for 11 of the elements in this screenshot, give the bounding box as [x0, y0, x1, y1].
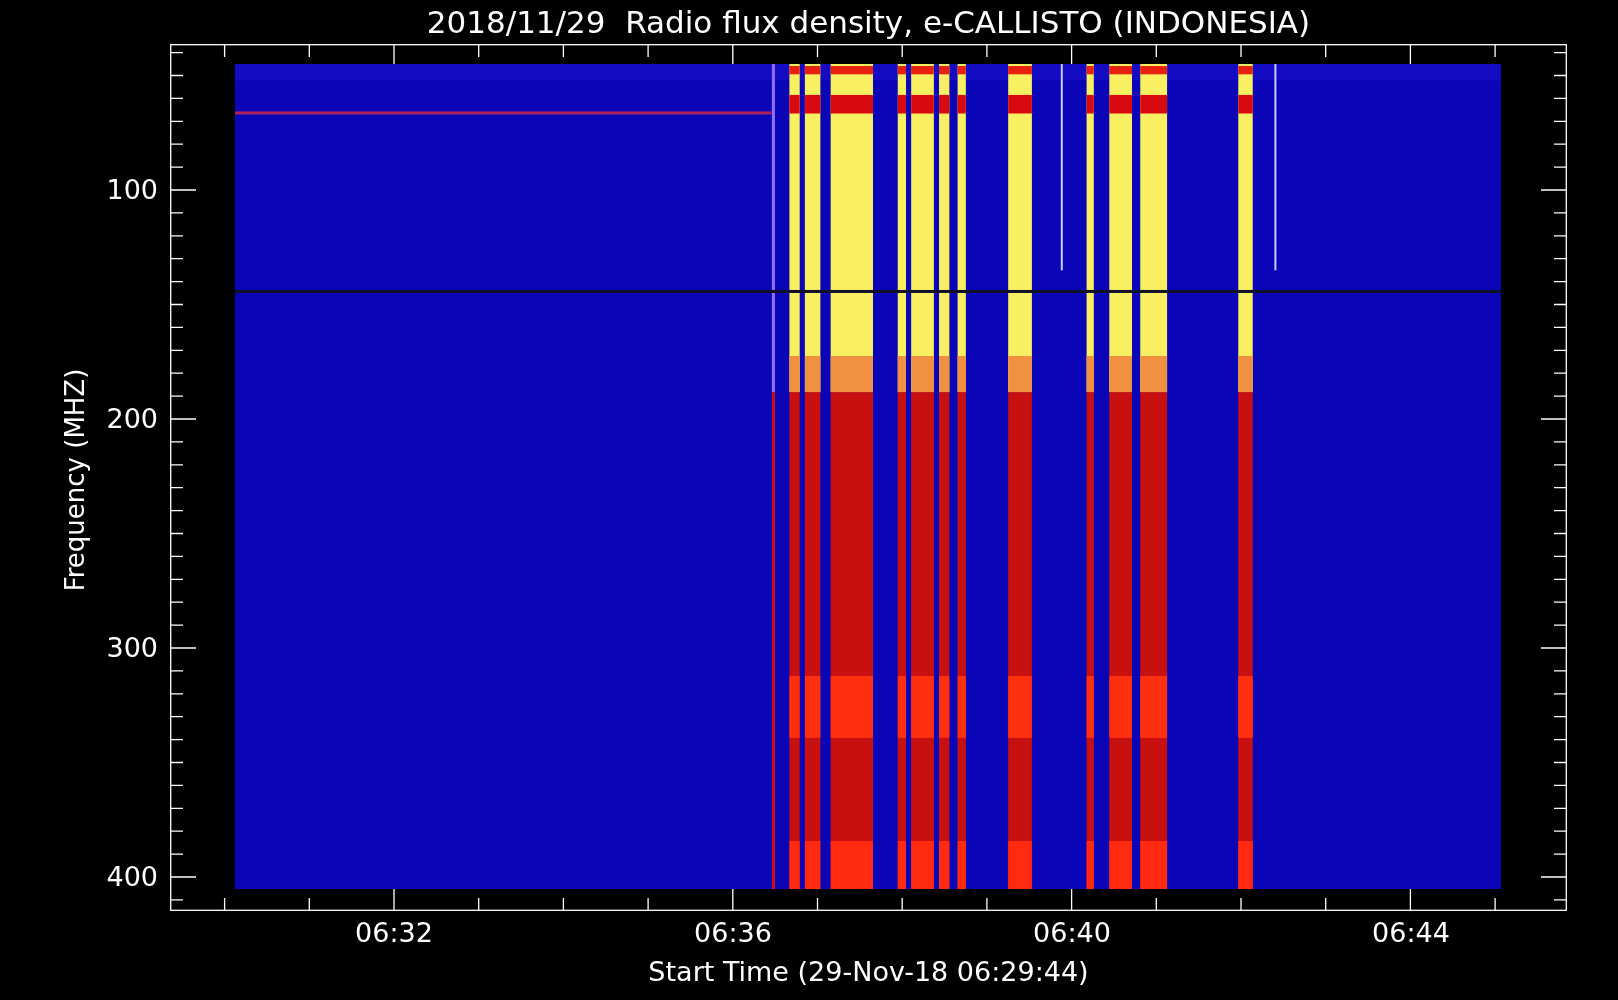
x-tick-label: 06:40 [1033, 917, 1111, 949]
y-tick-label: 400 [106, 862, 158, 892]
y-tick-label: 300 [106, 633, 158, 663]
x-tick-label: 06:32 [355, 917, 433, 949]
x-axis-label: Start Time (29-Nov-18 06:29:44) [648, 956, 1089, 988]
chart-title: 2018/11/29 Radio flux density, e-CALLISTO (INDONESIA) [426, 3, 1311, 41]
x-tick-label: 06:44 [1372, 917, 1450, 949]
y-tick-label: 100 [106, 175, 158, 205]
y-axis-label: Frequency (MHZ) [60, 368, 90, 592]
y-tick-label: 200 [106, 404, 158, 434]
x-tick-label: 06:36 [694, 917, 772, 949]
